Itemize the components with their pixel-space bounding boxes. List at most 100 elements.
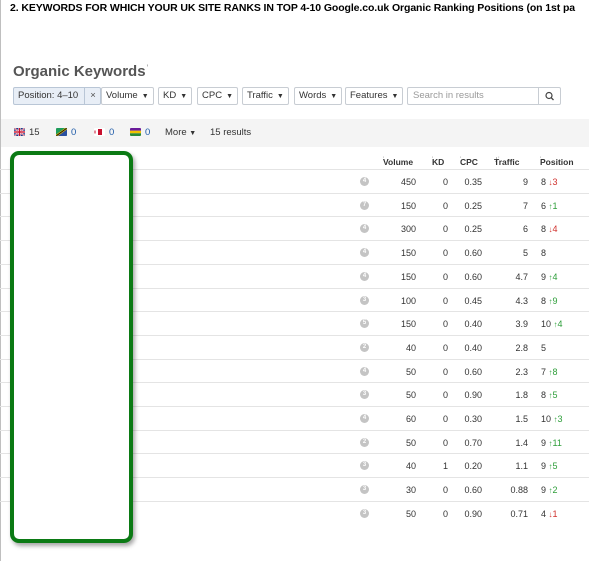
chevron-down-icon: ▼ <box>276 93 284 100</box>
search-input[interactable]: Search in results <box>407 87 548 105</box>
position-filter-chip[interactable]: Position: 4–10 × <box>13 87 101 105</box>
position-value: 10 <box>541 414 552 424</box>
traffic-cell: 0.88 <box>510 485 528 496</box>
country-2[interactable]: 0 <box>56 127 76 138</box>
position-change: ↑9 <box>549 296 558 306</box>
page-title-text: Organic Keywords <box>13 63 146 80</box>
info-icon[interactable]: ' <box>147 63 149 73</box>
kd-cell: 0 <box>442 200 448 211</box>
country-bar: 15 0 0 0 More ▼ 15 results <box>1 119 589 147</box>
search-button[interactable] <box>538 87 561 105</box>
position-value: 9 <box>541 271 547 282</box>
serp-features-badge[interactable]: 2 <box>360 342 369 352</box>
serp-features-badge[interactable]: 5 <box>360 319 369 329</box>
words-filter-dropdown[interactable]: Words ▼ <box>294 87 343 105</box>
volume-cell: 30 <box>405 485 416 496</box>
volume-cell: 450 <box>400 177 416 187</box>
position-cell: 8 <box>541 248 546 258</box>
column-traffic[interactable]: Traffic ↓ ' <box>494 154 520 167</box>
cpc-filter-label: CPC <box>202 90 223 101</box>
kd-cell: 0 <box>442 224 448 235</box>
traffic-cell: 4.7 <box>515 271 528 282</box>
kd-cell: 0 <box>442 485 448 496</box>
position-value: 8 <box>541 177 547 187</box>
position-change-value: 11 <box>552 437 562 448</box>
words-filter-label: Words <box>299 90 327 101</box>
more-countries-dropdown[interactable]: More ▼ <box>165 127 196 138</box>
serp-features-badge[interactable]: 3 <box>360 295 369 305</box>
volume-cell: 100 <box>400 295 416 306</box>
country-uk-count: 15 <box>29 127 40 138</box>
kd-cell: 1 <box>442 461 448 472</box>
position-change-value: 8 <box>552 366 558 377</box>
cpc-cell: 0.40 <box>464 342 482 353</box>
kd-filter-dropdown[interactable]: KD ▼ <box>158 87 193 105</box>
cpc-filter-dropdown[interactable]: CPC ▼ <box>197 87 238 105</box>
chevron-down-icon: ▼ <box>141 93 149 100</box>
position-cell: 8 ↑9 <box>541 296 558 306</box>
serp-features-badge[interactable]: 2 <box>360 437 369 447</box>
kd-cell: 0 <box>442 271 448 282</box>
serp-features-badge[interactable]: 7 <box>360 200 369 210</box>
cpc-cell: 0.25 <box>464 200 482 211</box>
traffic-cell: 1.5 <box>515 414 528 424</box>
kd-cell: 0 <box>442 248 448 259</box>
cpc-cell: 0.20 <box>464 461 482 472</box>
traffic-filter-dropdown[interactable]: Traffic ▼ <box>242 87 289 105</box>
position-change: ↑5 <box>549 390 558 400</box>
country-4-count: 0 <box>145 127 151 138</box>
country-4[interactable]: 0 <box>130 127 150 138</box>
results-count: 15 results <box>210 127 252 138</box>
traffic-cell: 7 <box>522 200 528 211</box>
serp-features-badge[interactable]: 4 <box>360 271 369 281</box>
position-cell: 7 ↑8 <box>541 367 558 377</box>
serp-features-badge[interactable]: 4 <box>360 177 369 186</box>
kd-cell: 0 <box>442 295 448 306</box>
document-heading: 2. KEYWORDS FOR WHICH YOUR UK SITE RANKS… <box>10 2 576 14</box>
column-position-label: Position <box>540 157 574 167</box>
kd-filter-label: KD <box>163 90 177 101</box>
position-value: 8 <box>541 224 547 235</box>
more-label: More <box>165 127 187 138</box>
serp-features-badge[interactable]: 4 <box>360 414 369 423</box>
chevron-down-icon: ▼ <box>180 93 188 100</box>
position-change-value: 5 <box>552 390 558 401</box>
serp-features-badge[interactable]: 3 <box>360 390 369 400</box>
position-cell: 8 ↓3 <box>541 177 558 187</box>
serp-features-badge[interactable]: 3 <box>360 461 369 471</box>
position-cell: 9 ↑5 <box>541 461 558 471</box>
position-change-value: 3 <box>557 414 563 424</box>
position-cell: 8 ↑5 <box>541 390 558 400</box>
traffic-cell: 1.8 <box>515 390 528 401</box>
clear-filter-icon[interactable]: × <box>84 88 96 104</box>
position-value: 8 <box>541 390 547 401</box>
volume-cell: 300 <box>400 224 416 235</box>
serp-features-badge[interactable]: 4 <box>360 248 369 258</box>
flag-icon <box>56 128 67 136</box>
features-filter-dropdown[interactable]: Features ▼ <box>345 87 404 105</box>
position-cell: 6 ↑1 <box>541 201 558 211</box>
position-change: ↓1 <box>549 509 558 519</box>
uk-flag-icon <box>14 128 25 136</box>
position-cell: 9 ↑4 <box>541 272 558 282</box>
position-change-value: 1 <box>552 508 558 519</box>
traffic-cell: 1.4 <box>515 437 528 448</box>
position-cell: 9 ↑2 <box>541 485 558 495</box>
country-uk[interactable]: 15 <box>14 127 40 138</box>
search-icon <box>545 91 554 101</box>
position-change: ↑5 <box>549 461 558 471</box>
serp-features-badge[interactable]: 4 <box>360 366 369 376</box>
traffic-cell: 2.3 <box>515 366 528 377</box>
position-change-value: 9 <box>552 295 558 306</box>
position-change-value: 4 <box>557 319 563 330</box>
chevron-down-icon: ▼ <box>189 130 197 137</box>
position-change: ↑4 <box>554 319 563 329</box>
serp-features-badge[interactable]: 4 <box>360 224 369 234</box>
country-3[interactable]: 0 <box>94 127 114 138</box>
position-value: 9 <box>541 437 547 448</box>
traffic-cell: 2.8 <box>515 342 528 353</box>
volume-filter-dropdown[interactable]: Volume ▼ <box>101 87 154 105</box>
serp-features-badge[interactable]: 3 <box>360 508 369 518</box>
traffic-cell: 0.71 <box>510 508 528 519</box>
serp-features-badge[interactable]: 3 <box>360 485 369 495</box>
